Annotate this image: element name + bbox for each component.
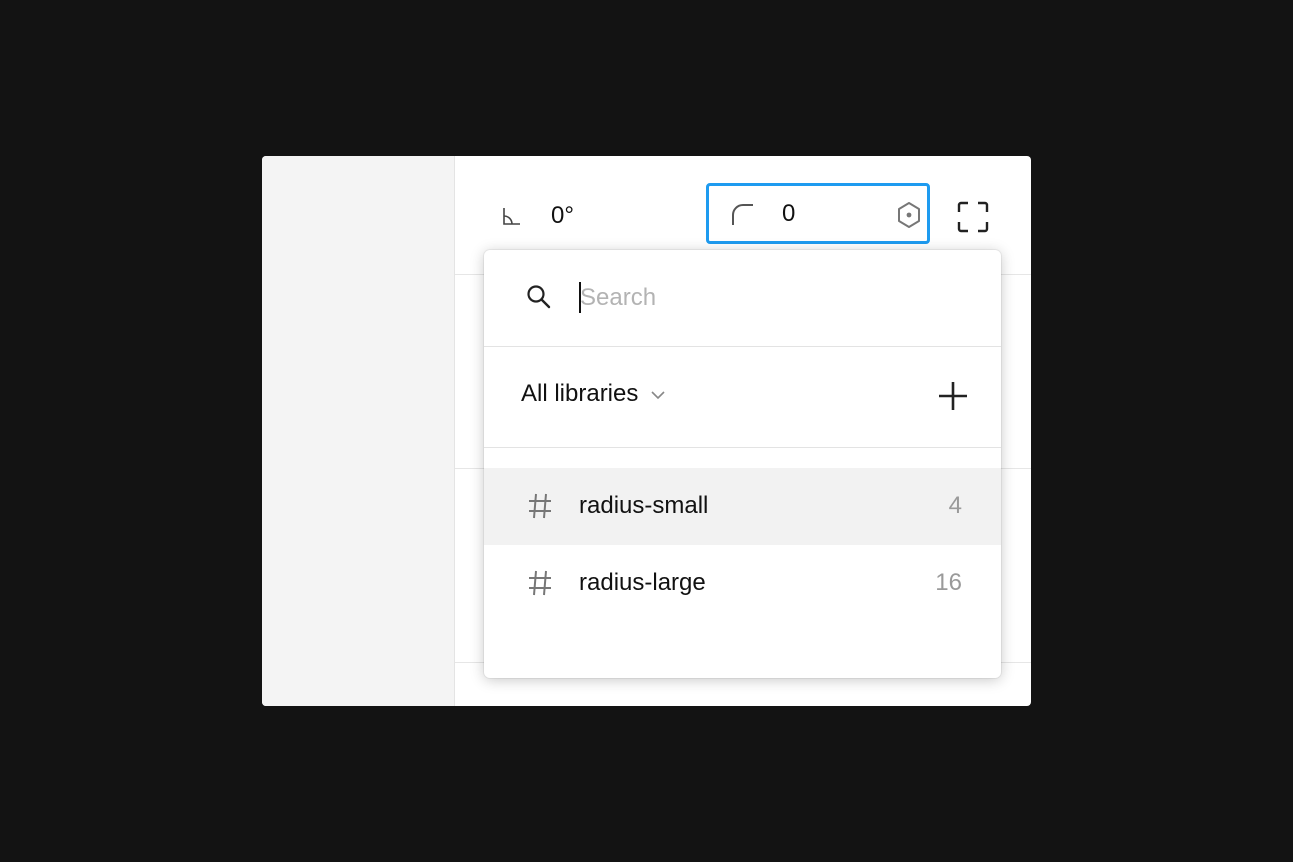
add-variable-button[interactable] [936,379,970,413]
search-icon [527,285,551,309]
variable-value: 4 [948,492,962,519]
hash-icon [529,570,551,596]
variable-picker-popover: All libraries radius-small 4 radius-larg… [484,250,1001,678]
variable-name: radius-small [579,492,709,519]
variable-name: radius-large [579,569,706,596]
expand-corners-icon[interactable] [957,201,989,233]
rotation-angle-icon [503,208,520,225]
variable-value: 16 [935,569,962,596]
rotation-value: 0° [551,202,574,229]
corner-radius-icon [732,204,753,225]
apply-variable-icon[interactable] [896,201,922,229]
chevron-down-icon [651,391,665,400]
library-filter-dropdown[interactable]: All libraries [521,380,666,408]
library-filter-label: All libraries [521,380,639,407]
variable-list: radius-small 4 radius-large 16 [484,468,1001,622]
hash-icon [529,493,551,519]
corner-radius-field[interactable]: 0 [706,183,930,244]
list-item[interactable]: radius-small 4 [484,468,1001,545]
list-item[interactable]: radius-large 16 [484,545,1001,622]
corner-radius-value: 0 [782,200,796,227]
rotation-field[interactable]: 0° [500,200,574,232]
left-sidebar [262,156,455,706]
search-row [484,250,1001,347]
search-input[interactable] [580,278,960,318]
library-filter-row: All libraries [484,347,1001,448]
